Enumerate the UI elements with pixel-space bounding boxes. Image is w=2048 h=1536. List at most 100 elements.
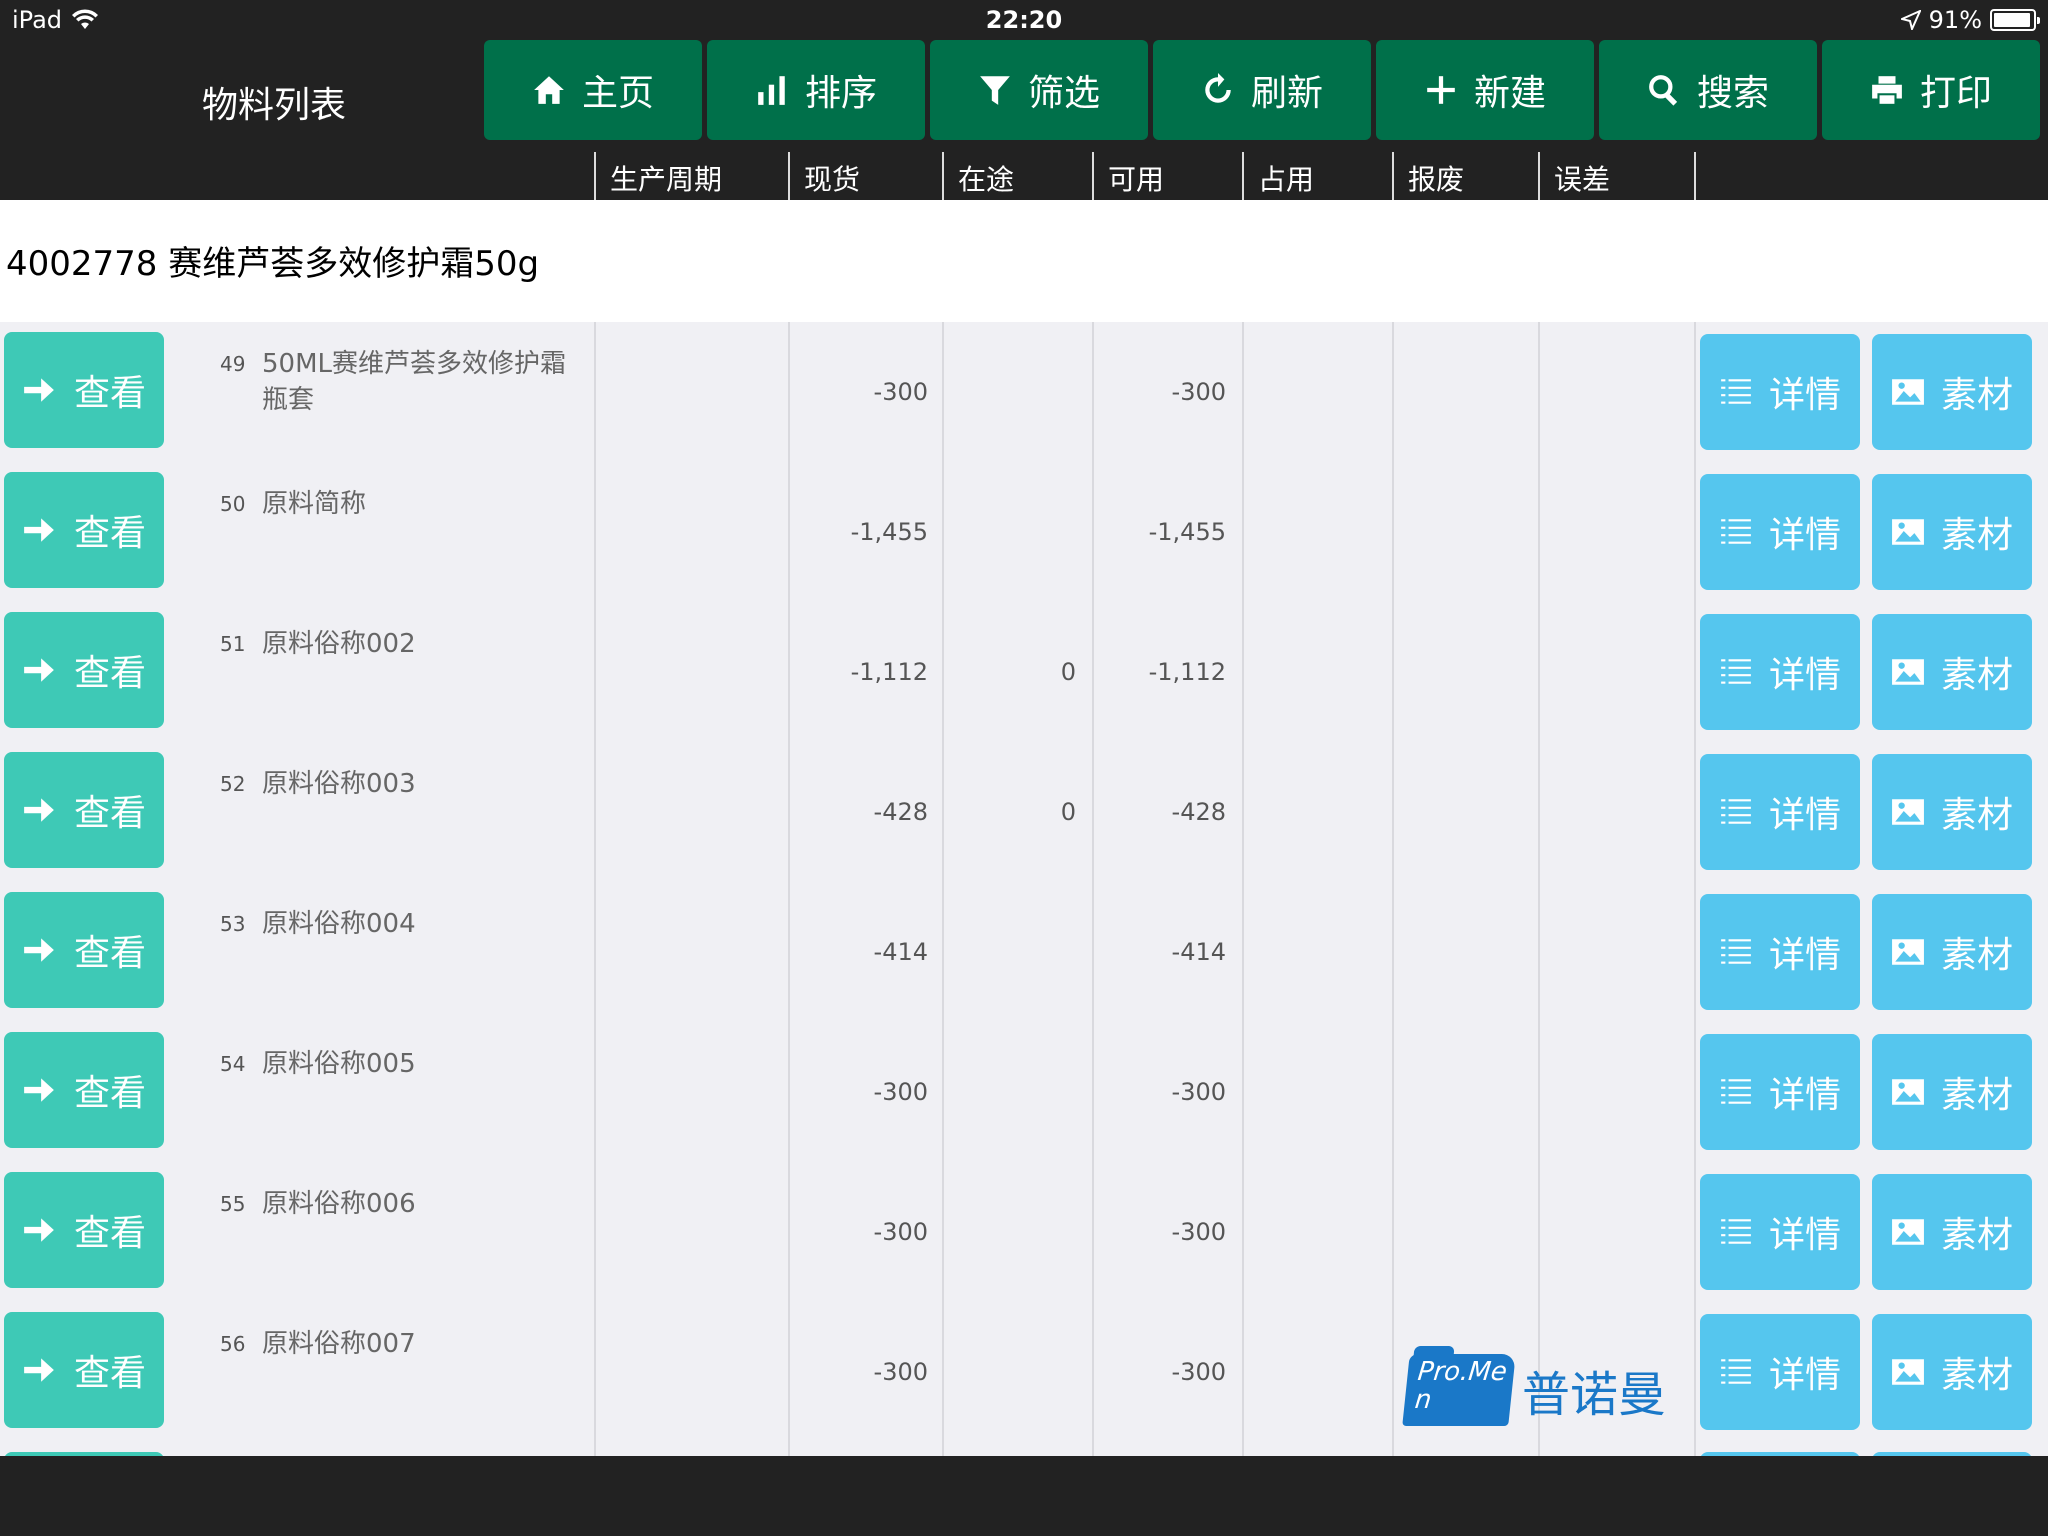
column-header-occupied[interactable]: 占用 (1242, 152, 1392, 200)
detail-button-label: 详情 (1768, 935, 1841, 976)
product-title: 4002778 赛维芦荟多效修护霜50g (6, 244, 540, 284)
detail-button-label: 详情 (1768, 795, 1841, 836)
column-header-available[interactable]: 可用 (1092, 152, 1242, 200)
material-button-label: 素材 (1940, 1075, 2013, 1116)
image-icon (1892, 939, 1924, 965)
detail-button[interactable]: 详情 (1700, 894, 1860, 1010)
image-icon (1892, 799, 1924, 825)
new-button[interactable]: 新建 (1376, 40, 1594, 140)
material-button[interactable]: 素材 (1872, 614, 2032, 730)
filter-button[interactable]: 筛选 (930, 40, 1148, 140)
location-arrow-icon (1900, 10, 1921, 30)
material-button[interactable]: 素材 (1872, 894, 2032, 1010)
list-item: 查看 49 50ML赛维芦荟多效修护霜瓶套 -300 -300 详情 素材 (0, 322, 2048, 462)
print-button[interactable]: 打印 (1822, 40, 2040, 140)
stock-value: -300 (873, 1218, 928, 1246)
header: 物料列表 主页 排序 筛选 刷新 新建 搜索 打印 生产周期 现货 在途 可用 … (0, 40, 2048, 200)
refresh-button[interactable]: 刷新 (1153, 40, 1371, 140)
print-icon (1872, 76, 1902, 104)
stock-value: -1,112 (850, 658, 928, 686)
detail-button-label: 详情 (1768, 1215, 1841, 1256)
detail-button[interactable]: 详情 (1700, 334, 1860, 450)
detail-button[interactable]: 详情 (1700, 1034, 1860, 1150)
list-icon (1721, 519, 1751, 544)
status-right: 91% (1900, 6, 2040, 34)
row-number: 52 (220, 772, 246, 796)
row-number: 53 (220, 912, 246, 936)
arrow-right-icon (24, 1218, 54, 1242)
arrow-right-icon (24, 378, 54, 402)
available-value: -428 (1171, 798, 1226, 826)
filter-button-label: 筛选 (1027, 73, 1100, 114)
detail-button[interactable]: 详情 (1700, 1174, 1860, 1290)
filter-icon (980, 76, 1010, 105)
list-item: 查看 51 原料俗称002 -1,112 0 -1,112 详情 素材 (0, 602, 2048, 742)
column-header-stock[interactable]: 现货 (788, 152, 942, 200)
search-button[interactable]: 搜索 (1599, 40, 1817, 140)
material-name: 原料简称 (262, 489, 367, 519)
logo-text: Pro.Men (1413, 1357, 1509, 1415)
material-button-label: 素材 (1940, 795, 2013, 836)
view-button-label: 查看 (73, 1073, 146, 1114)
home-button[interactable]: 主页 (484, 40, 702, 140)
print-button-label: 打印 (1919, 73, 1992, 114)
material-button[interactable]: 素材 (1872, 754, 2032, 870)
material-name: 原料俗称002 (262, 629, 416, 659)
stock-value: -300 (873, 1078, 928, 1106)
stock-value: -1,455 (850, 518, 928, 546)
view-button[interactable]: 查看 (4, 892, 164, 1008)
detail-button[interactable]: 详情 (1700, 614, 1860, 730)
detail-button[interactable]: 详情 (1700, 754, 1860, 870)
view-button-label: 查看 (73, 933, 146, 974)
material-button[interactable]: 素材 (1872, 1174, 2032, 1290)
list-icon (1721, 1359, 1751, 1384)
transit-value: 0 (1060, 658, 1076, 686)
material-name: 原料俗称005 (262, 1049, 416, 1079)
view-button[interactable]: 查看 (4, 332, 164, 448)
column-header-error[interactable]: 误差 (1538, 152, 1696, 200)
company-logo: Pro.Men 普诺曼 (1402, 1350, 1666, 1430)
view-button[interactable]: 查看 (4, 752, 164, 868)
product-banner: 4002778 赛维芦荟多效修护霜50g (0, 200, 2048, 322)
logo-folder-icon: Pro.Men (1402, 1354, 1516, 1426)
view-button[interactable]: 查看 (4, 472, 164, 588)
detail-button-label: 详情 (1768, 1355, 1841, 1396)
material-list[interactable]: 查看 49 50ML赛维芦荟多效修护霜瓶套 -300 -300 详情 素材 查看… (0, 322, 2048, 1456)
detail-button[interactable]: 详情 (1700, 1314, 1860, 1430)
detail-button[interactable]: 详情 (1700, 474, 1860, 590)
available-value: -1,455 (1148, 518, 1226, 546)
view-button[interactable]: 查看 (4, 1312, 164, 1428)
row-number: 54 (220, 1052, 246, 1076)
view-button[interactable]: 查看 (4, 1032, 164, 1148)
view-button[interactable]: 查看 (4, 1172, 164, 1288)
material-button-label: 素材 (1940, 655, 2013, 696)
material-button-label: 素材 (1940, 375, 2013, 416)
battery-icon (1990, 9, 2040, 31)
arrow-right-icon (24, 658, 54, 682)
available-value: -414 (1171, 938, 1226, 966)
column-header-production-cycle[interactable]: 生产周期 (594, 152, 788, 200)
list-icon (1721, 1219, 1751, 1244)
material-button[interactable]: 素材 (1872, 1314, 2032, 1430)
image-icon (1892, 379, 1924, 405)
view-button-label: 查看 (73, 653, 146, 694)
view-button-label: 查看 (73, 1353, 146, 1394)
material-button[interactable]: 素材 (1872, 334, 2032, 450)
material-name: 原料俗称004 (262, 909, 416, 939)
list-item: 查看 56 原料俗称007 -300 -300 详情 素材 (0, 1302, 2048, 1442)
view-button[interactable]: 查看 (4, 612, 164, 728)
material-button[interactable]: 素材 (1872, 474, 2032, 590)
material-name: 原料俗称007 (262, 1329, 416, 1359)
column-header-in-transit[interactable]: 在途 (942, 152, 1092, 200)
column-header-scrapped[interactable]: 报废 (1392, 152, 1538, 200)
arrow-right-icon (24, 1358, 54, 1382)
status-bar: iPad 22:20 91% (0, 0, 2048, 40)
sort-button[interactable]: 排序 (707, 40, 925, 140)
detail-button-label: 详情 (1768, 375, 1841, 416)
material-button[interactable]: 素材 (1872, 1034, 2032, 1150)
home-button-label: 主页 (581, 73, 654, 114)
transit-value: 0 (1060, 798, 1076, 826)
list-item: 查看 54 原料俗称005 -300 -300 详情 素材 (0, 1022, 2048, 1162)
search-button-label: 搜索 (1696, 73, 1769, 114)
list-icon (1721, 799, 1751, 824)
